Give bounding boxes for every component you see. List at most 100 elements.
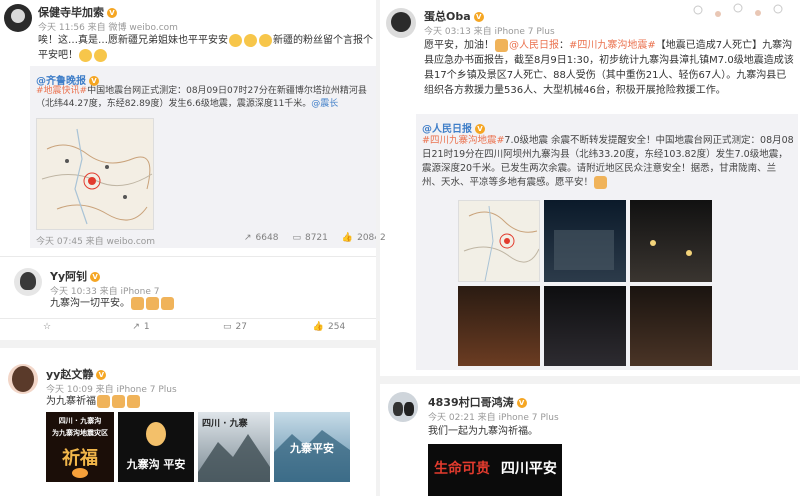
repost-text: #四川九寨沟地震#7.0级地震 余震不断转发提醒安全！中国地震台网正式测定：08… [422,134,794,190]
post-image[interactable]: 生命可贵 四川平安 [428,444,562,496]
post-author[interactable]: 保健寺毕加索 V [38,4,117,20]
column-divider [376,0,380,496]
verified-badge-icon: V [96,370,107,380]
post-author[interactable]: 4839村口哥鸿涛 V [428,394,527,410]
repost-count: 6648 [255,233,279,243]
avatar[interactable] [386,8,416,38]
street-light-icon [686,250,692,256]
post-text: 为九寨祈福 [46,394,141,409]
repost-box[interactable]: @人民日报 V #四川九寨沟地震#7.0级地震 余震不断转发提醒安全！中国地震台网… [416,114,798,370]
verified-badge-icon: V [475,124,485,134]
post-text-part: 愿平安，加油！ [424,40,494,51]
street-night-image[interactable] [544,200,626,282]
post-text: 愿平安，加油！ @人民日报：#四川九寨沟地震#【地震已造成7人死亡】九寨沟县应急办… [424,38,796,98]
pray-emoji-icon [131,296,144,310]
decoration-dots-icon [693,3,783,17]
image-caption: 九寨沟 平安 [126,458,186,471]
map-graphic [37,119,153,229]
divider [0,318,378,319]
like-count: 20842 [357,233,386,243]
pray-emoji-icon [112,394,125,408]
map-graphic [463,205,539,281]
verified-badge-icon: V [516,398,527,408]
repost-box[interactable]: @齐鲁晚报 V #地震快讯#中国地震台网正式测定：08月09日07时27分在新疆博… [30,66,386,248]
verified-badge-icon: V [90,272,101,282]
image-caption: 祈福 [62,448,98,469]
repost-button[interactable]: ↗ 1 [94,322,188,332]
like-count: 254 [328,322,346,332]
avatar[interactable] [4,4,32,32]
pray-emoji-icon [97,394,110,408]
favorite-button[interactable]: ☆ [0,322,94,332]
avatar[interactable] [14,268,42,296]
post-author[interactable]: Yy阿钊 V [50,268,101,284]
avatar[interactable] [388,392,418,422]
image-caption-red: 生命可贵 [434,461,490,477]
comment-icon: ▭ [223,322,232,332]
comment-button[interactable]: ▭ 27 [188,322,282,332]
emoji-icon [259,33,272,47]
emoji-icon [229,33,242,47]
post-author-name[interactable]: 保健寺毕加索 [38,6,104,19]
post-text: 唉！这…真是…愿新疆兄弟姐妹也平平安安 新疆的粉丝留个言报个平安吧！ [38,33,374,63]
crowd-night-image[interactable] [544,286,626,366]
post-text-part: 为九寨祈福 [46,396,96,407]
hashtag-link[interactable]: #四川九寨沟地震# [569,40,656,51]
hashtag-link[interactable]: #四川九寨沟地震# [422,135,504,146]
share-icon: ↗ [132,322,140,332]
post-image[interactable]: 九寨平安 [274,412,350,482]
star-icon: ☆ [42,322,52,332]
hashtag-link[interactable]: #地震快讯# [36,86,87,96]
comment-count: 27 [235,322,247,332]
post-image[interactable]: 四川 · 九寨 [198,412,270,482]
mountain-graphic [198,434,270,482]
post-author[interactable]: 蛋总Oba V [424,8,484,24]
pray-emoji-icon [146,296,159,310]
mention-link[interactable]: @震长 [311,99,338,109]
repost-button[interactable]: ↗ 6648 [244,233,278,243]
post-text: 我们一起为九寨沟祈福。 [428,426,538,437]
crowd-night-image[interactable] [458,286,540,366]
avatar[interactable] [8,364,38,394]
repost-actions: ↗ 6648 ▭ 8721 👍 20842 [244,233,386,243]
header-decoration [678,0,798,22]
post-actions: ☆ ↗ 1 ▭ 27 👍 254 [0,322,378,332]
separator: ： [559,40,569,51]
repost-author[interactable]: @人民日报 V [422,120,485,135]
post-text-part: 唉！这…真是…愿新疆兄弟姐妹也平平安安 [38,35,228,46]
like-button[interactable]: 👍 254 [282,322,376,332]
post-author-name[interactable]: 4839村口哥鸿涛 [428,396,514,409]
post-meta: 今天 03:13 来自 iPhone 7 Plus [424,27,555,37]
earthquake-map-image[interactable] [36,118,154,230]
pray-emoji-icon [594,176,608,189]
verified-badge-icon: V [107,8,117,18]
post-author-name[interactable]: 蛋总Oba [424,10,471,23]
verified-badge-icon: V [473,12,484,22]
emoji-icon [244,33,257,47]
street-night-image[interactable] [630,200,712,282]
post-image[interactable]: 四川 · 九寨沟 为九寨沟地震灾区 祈福 [46,412,114,482]
post-author-name[interactable]: Yy阿钊 [50,270,87,283]
candle-light-icon [146,422,166,446]
pray-emoji-icon [127,394,140,408]
repost-meta: 今天 07:45 来自 weibo.com [36,237,156,247]
crowd-night-image[interactable] [630,286,712,366]
emoji-icon [79,48,92,62]
comment-button[interactable]: ▭ 8721 [292,233,327,243]
candle-flame-icon [72,468,88,478]
post-author[interactable]: yy赵文静 V [46,366,107,382]
post-image[interactable]: 九寨沟 平安 [118,412,194,482]
post-meta: 今天 11:56 来自 微博 weibo.com [38,23,178,33]
image-caption: 四川 · 九寨沟 [58,417,102,425]
pray-emoji-icon [495,38,508,52]
share-icon: ↗ [244,233,252,243]
divider [0,256,378,257]
mention-link[interactable]: @人民日报 [509,40,559,51]
image-caption: 生命可贵 四川平安 [434,458,557,478]
thumbs-up-icon: 👍 [341,233,354,243]
earthquake-map-image[interactable] [458,200,540,282]
image-caption: 九寨平安 [290,442,334,455]
thumbs-up-icon: 👍 [312,322,325,332]
post-text: 九寨沟一切平安。 [50,296,175,311]
post-author-name[interactable]: yy赵文静 [46,368,93,381]
